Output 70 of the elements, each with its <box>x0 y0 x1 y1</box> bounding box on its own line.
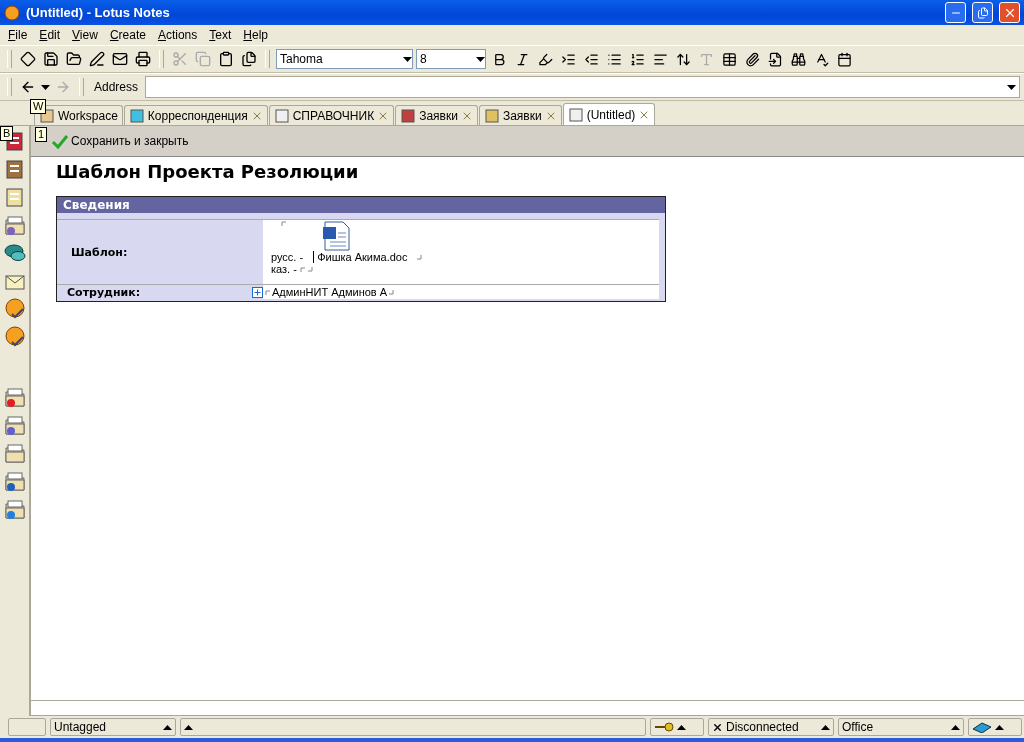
field-start-icon <box>265 289 270 295</box>
attachment-name[interactable]: Фишка Акима.doc <box>313 251 408 263</box>
up-arrow-icon[interactable] <box>184 724 193 730</box>
security-dropdown[interactable] <box>650 718 704 736</box>
print-icon[interactable] <box>133 49 153 69</box>
folder-icon[interactable] <box>3 214 26 236</box>
add-name-icon[interactable] <box>252 286 263 298</box>
tab[interactable]: СПРАВОЧНИК <box>268 105 395 125</box>
diamond-icon[interactable] <box>18 49 38 69</box>
font-select[interactable]: Tahoma <box>276 49 413 69</box>
tab[interactable]: Заявки <box>395 105 478 125</box>
menu-item[interactable]: Actions <box>151 28 204 42</box>
status-panel <box>8 718 46 736</box>
lotus-logo-icon <box>4 4 20 21</box>
status-dropdown[interactable]: Untagged <box>50 718 176 736</box>
up-arrow-icon[interactable] <box>163 724 172 730</box>
dropdown-arrow-icon[interactable] <box>1007 84 1016 90</box>
up-arrow-icon[interactable] <box>995 724 1004 730</box>
field-end-icon <box>307 266 313 272</box>
up-arrow-icon[interactable] <box>677 724 686 730</box>
dropdown-arrow-icon[interactable] <box>403 56 412 62</box>
field-end-icon <box>389 289 395 295</box>
field-label: Сотрудник: <box>57 285 263 299</box>
address-label: Address <box>94 80 139 94</box>
back-menu-icon[interactable] <box>41 84 50 90</box>
field-start-icon <box>299 266 305 272</box>
field-start-icon <box>281 221 286 226</box>
up-arrow-icon[interactable] <box>951 724 960 730</box>
field-end-icon <box>417 254 423 260</box>
section-header: Сведения <box>57 197 665 213</box>
edit-icon[interactable] <box>87 49 107 69</box>
field-text: русс. - <box>271 251 304 263</box>
chat-bubbles-icon[interactable] <box>3 242 26 264</box>
shortcut-tooltip: W <box>30 99 47 114</box>
restore-icon <box>976 6 989 19</box>
menu-item[interactable]: Help <box>237 28 274 42</box>
menu-item[interactable]: View <box>66 28 104 42</box>
replicator-icon <box>972 721 992 733</box>
field-label: Шаблон: <box>70 244 129 261</box>
folder-icon[interactable] <box>3 442 26 464</box>
dropdown-arrow-icon[interactable] <box>476 56 485 62</box>
window-title: (Untitled) - Lotus Notes <box>26 5 171 20</box>
tab[interactable]: Корреспонденция <box>123 105 268 125</box>
replication-dropdown[interactable] <box>968 718 1022 736</box>
address-field[interactable] <box>145 76 1020 98</box>
key-icon <box>654 722 674 732</box>
tab[interactable]: Заявки <box>478 105 562 125</box>
up-arrow-icon[interactable] <box>821 724 830 730</box>
location-dropdown[interactable]: Disconnected <box>708 718 834 736</box>
close-button[interactable] <box>999 2 1020 23</box>
shortcut-tooltip: 1 <box>35 127 48 142</box>
field-text: каз. - <box>271 263 297 275</box>
paste-special-icon[interactable] <box>239 49 259 69</box>
shortcut-tooltip: B <box>0 126 14 141</box>
save-icon[interactable] <box>41 49 61 69</box>
tab[interactable]: (Untitled) <box>562 103 656 125</box>
document-icon[interactable] <box>322 221 352 251</box>
minimize-button[interactable] <box>945 2 966 23</box>
size-select[interactable]: 8 <box>416 49 486 69</box>
horizontal-scrollbar[interactable] <box>31 700 1024 716</box>
status-dropdown[interactable]: Office <box>838 718 964 736</box>
save-close-button[interactable]: Сохранить и закрыть <box>51 132 193 150</box>
menu-item[interactable]: Edit <box>33 28 67 42</box>
menu-item[interactable]: Text <box>203 28 238 42</box>
form-title: Шаблон Проекта Резолюции <box>56 161 360 182</box>
menu-item[interactable]: Create <box>103 28 152 42</box>
menu-item[interactable]: File <box>2 28 34 42</box>
disconnected-icon <box>712 721 723 733</box>
checkmark-icon <box>51 132 69 150</box>
restore-button[interactable] <box>972 2 993 23</box>
